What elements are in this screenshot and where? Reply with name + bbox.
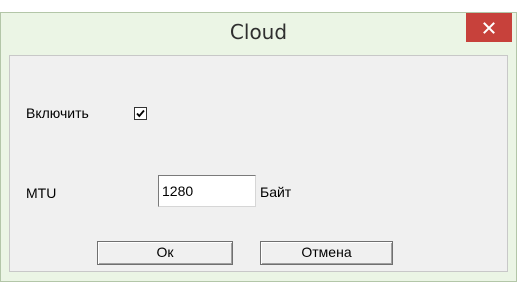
ok-button[interactable]: Ок — [97, 241, 233, 265]
background-strip — [0, 0, 517, 12]
title-bar[interactable]: Cloud — [1, 13, 516, 51]
dialog-window: Cloud Включить MTU Байт Ок Отмена — [0, 12, 517, 282]
mtu-input[interactable] — [158, 175, 256, 207]
checkmark-icon — [136, 109, 145, 118]
mtu-label: MTU — [26, 185, 57, 201]
enable-checkbox[interactable] — [134, 107, 147, 120]
close-button[interactable] — [466, 13, 512, 42]
dialog-content: Включить MTU Байт Ок Отмена — [9, 55, 508, 272]
cancel-button[interactable]: Отмена — [260, 241, 393, 265]
window-title: Cloud — [229, 20, 288, 44]
enable-label: Включить — [26, 105, 89, 121]
mtu-unit-label: Байт — [260, 184, 292, 200]
close-icon — [483, 21, 495, 34]
